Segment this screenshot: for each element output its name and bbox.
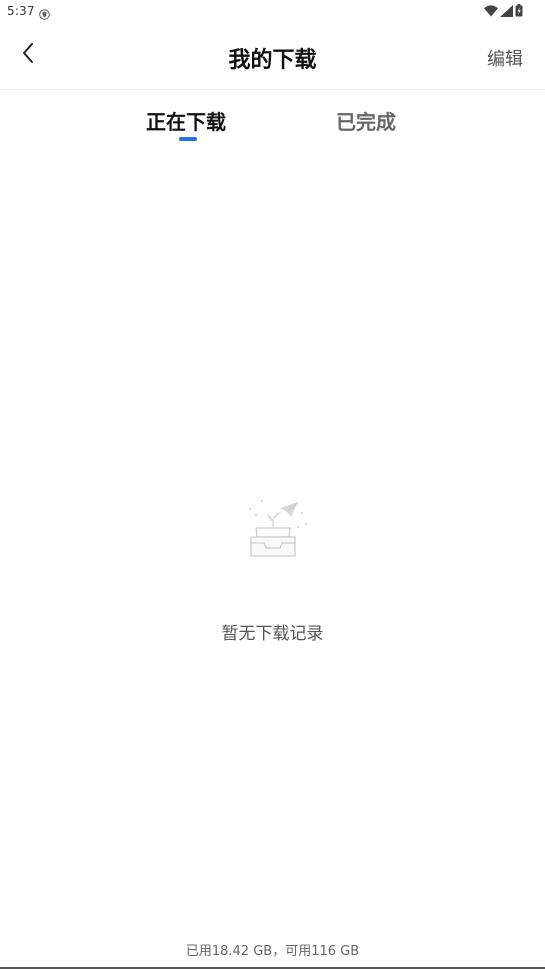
empty-message: 暂无下载记录 — [221, 624, 324, 644]
status-time: 5:37 — [7, 4, 35, 18]
signal-icon — [500, 2, 513, 21]
tab-downloading[interactable]: 正在下载 — [146, 106, 226, 135]
tab-completed[interactable]: 已完成 — [336, 106, 396, 135]
empty-inbox-icon — [240, 497, 310, 563]
status-bar: 5:37 — [0, 0, 545, 22]
tab-bar: 正在下载 已完成 — [0, 90, 545, 150]
storage-info: 已用18.42 GB，可用116 GB — [185, 944, 360, 959]
battery-icon — [515, 2, 523, 21]
wifi-icon — [484, 2, 498, 21]
header: 我的下载 编辑 — [0, 22, 545, 90]
edit-button[interactable]: 编辑 — [487, 45, 523, 71]
status-icons — [484, 2, 523, 21]
tab-indicator — [179, 137, 197, 141]
shield-icon — [39, 5, 50, 20]
page-title: 我的下载 — [228, 48, 317, 73]
